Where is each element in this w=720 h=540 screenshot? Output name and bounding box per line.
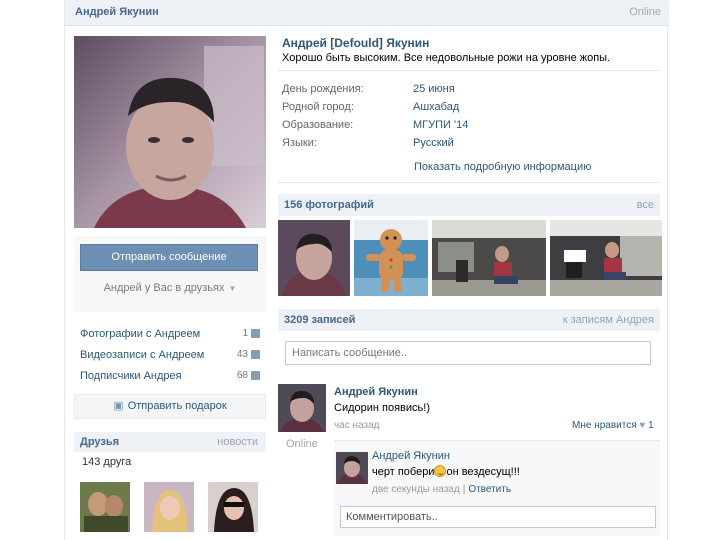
info-languages: Языки: [282,137,317,149]
counter-label[interactable]: Подписчики Андрея [80,370,182,382]
info-key: Родной город: [282,101,354,113]
profile-name: Андрей [Defould] Якунин [282,36,430,50]
counter-row-photos[interactable]: Фотографии с Андреем 1 [80,326,260,347]
friends-news-link[interactable]: новости [217,436,258,448]
friend-avatar[interactable] [80,482,130,532]
divider [278,182,660,183]
profile-avatar[interactable] [74,36,266,228]
counter-row-followers[interactable]: Подписчики Андрея 68 [80,368,260,389]
film-icon [251,350,260,359]
info-birthday: День рождения: [282,83,364,95]
photos-title[interactable]: 156 фотографий [284,199,374,211]
friends-count: 143 друга [82,456,132,468]
like-label: Мне нравится [572,420,637,431]
top-bar: Андрей Якунин Online [65,0,669,26]
send-gift-label: Отправить подарок [127,400,227,412]
counter-count: 68 [236,370,248,381]
comment-author-name[interactable]: Андрей Якунин [372,450,450,462]
counter-count: 1 [242,328,248,339]
counters-list: Фотографии с Андреем 1 Видеозаписи с Анд… [80,326,260,389]
comment-meta: две секунды назад | Ответить [372,484,511,495]
like-count: 1 [648,420,654,431]
reply-link[interactable]: Ответить [468,484,511,495]
info-key: Образование: [282,119,354,131]
photos-all-link[interactable]: все [637,199,654,211]
friend-avatar[interactable] [144,482,194,532]
counter-label[interactable]: Фотографии с Андреем [80,328,200,340]
info-key: День рождения: [282,83,364,95]
info-key: Языки: [282,137,317,149]
comment-time[interactable]: две секунды назад [372,484,460,495]
post-author-avatar[interactable] [278,384,326,432]
info-value[interactable]: Русский [413,137,454,149]
photo-thumbnail[interactable] [432,220,546,296]
photo-thumbnail[interactable] [550,220,662,296]
online-status: Online [629,6,661,18]
gift-icon: ▣ [113,400,124,412]
chevron-down-icon: ▼ [228,284,237,293]
info-value[interactable]: 25 июня [413,83,455,95]
send-message-button[interactable]: Отправить сообщение [80,244,258,271]
friends-title[interactable]: Друзья [80,436,119,448]
photo-thumbnail[interactable] [354,220,428,296]
show-more-info-link[interactable]: Показать подробную информацию [414,161,591,173]
people-icon [251,371,260,380]
friend-status-dropdown[interactable]: Андрей у Вас в друзьях ▼ [74,282,266,294]
like-button[interactable]: Мне нравится ♥ 1 [572,420,654,431]
wall-title[interactable]: 3209 записей [284,314,355,326]
heart-icon: ♥ [639,420,646,431]
wall-posts-link[interactable]: к записям Андрея [563,314,654,326]
photo-thumbnail[interactable] [278,220,350,296]
smiley-icon [434,465,447,477]
separator: | [462,484,466,495]
friend-status-label: Андрей у Вас в друзьях [103,282,225,294]
divider [278,70,660,71]
camera-icon [251,329,260,338]
photos-header: 156 фотографий все [278,194,660,216]
comment-text-after: он вездесущ!!! [446,466,520,478]
post-time[interactable]: час назад [334,420,380,431]
new-post-input[interactable]: Написать сообщение.. [285,341,651,365]
post-author-name[interactable]: Андрей Якунин [334,386,418,398]
comment-text-before: черт побери [372,466,435,478]
post-author-online: Online [286,438,318,450]
friend-avatar[interactable] [208,482,258,532]
info-education: Образование: [282,119,353,131]
counter-count: 43 [236,349,248,360]
wall-header: 3209 записей к записям Андрея [278,309,660,331]
counter-label[interactable]: Видеозаписи с Андреем [80,349,204,361]
comment-author-avatar[interactable] [336,452,368,484]
comment-input[interactable]: Комментировать.. [340,506,656,528]
profile-status[interactable]: Хорошо быть высоким. Все недовольные рож… [282,52,610,64]
info-value[interactable]: МГУПИ '14 [413,119,468,131]
comment-text: черт побери он вездесущ!!! [372,465,520,478]
top-bar-name[interactable]: Андрей Якунин [75,6,159,18]
info-hometown: Родной город: [282,101,354,113]
info-value[interactable]: Ашхабад [413,101,459,113]
friends-header: Друзья новости [74,432,266,452]
send-gift-button[interactable]: ▣ Отправить подарок [74,394,266,419]
counter-row-videos[interactable]: Видеозаписи с Андреем 43 [80,347,260,368]
post-text: Сидорин появись!) [334,402,430,414]
